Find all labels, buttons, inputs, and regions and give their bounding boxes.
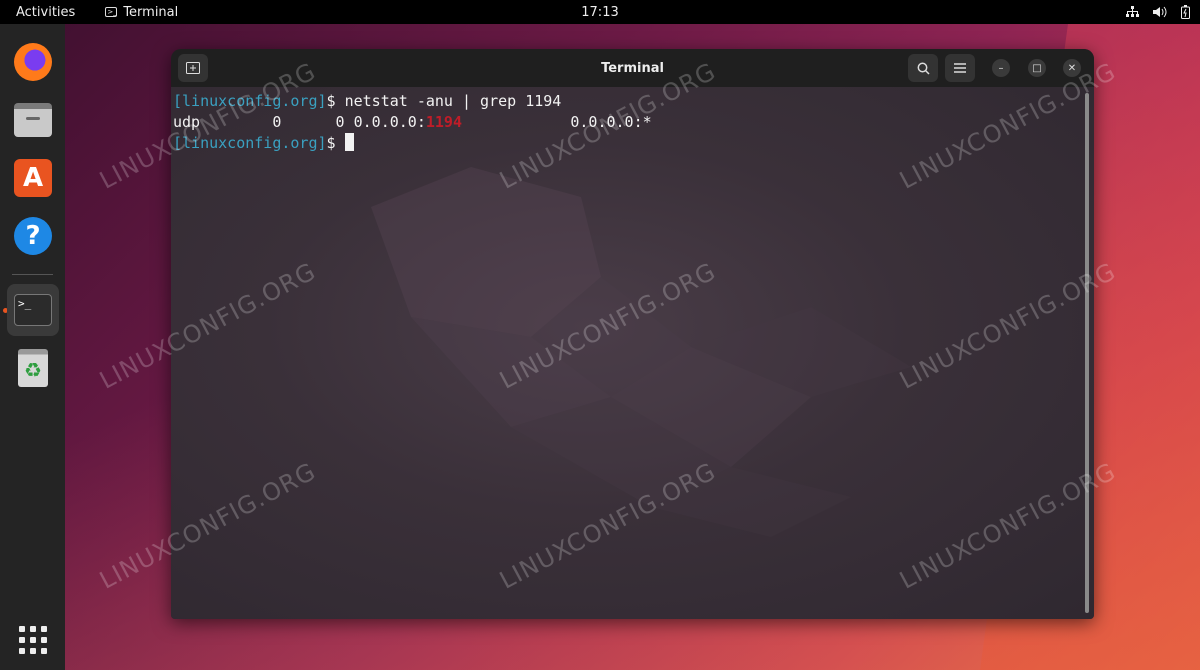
software-store-icon: A: [14, 159, 52, 197]
app-menu-label: Terminal: [123, 4, 179, 20]
close-icon: ✕: [1067, 62, 1077, 74]
trash-icon: ♻: [18, 349, 48, 387]
search-icon: [917, 62, 930, 75]
title-bar[interactable]: Terminal – □ ✕: [171, 49, 1094, 87]
top-bar: Activities >_ Terminal 17:13: [0, 0, 1200, 24]
dock-help[interactable]: ?: [7, 210, 59, 262]
battery-icon: [1181, 5, 1190, 19]
app-menu[interactable]: >_ Terminal: [91, 5, 178, 20]
scrollbar[interactable]: [1085, 93, 1089, 613]
dock: A ? >_ ♻: [0, 24, 65, 670]
network-icon: [1126, 6, 1139, 17]
help-icon: ?: [14, 217, 52, 255]
clock[interactable]: 17:13: [581, 5, 618, 20]
close-button[interactable]: ✕: [1063, 59, 1081, 77]
prompt-symbol: $: [326, 134, 345, 152]
window-title: Terminal: [601, 60, 664, 76]
volume-icon: [1153, 6, 1167, 18]
prompt-host: [linuxconfig.org]: [173, 134, 327, 152]
jellyfish-background-graphic: [371, 167, 911, 537]
search-button[interactable]: [908, 54, 938, 82]
show-apps-button[interactable]: [7, 614, 59, 666]
dock-files[interactable]: [7, 94, 59, 146]
terminal-area[interactable]: [linuxconfig.org]$ netstat -anu | grep 1…: [171, 87, 1094, 619]
output-udp-line: udp 0 0 0.0.0.0:: [173, 113, 426, 131]
terminal-icon: >_: [14, 294, 52, 326]
output-foreign-address: 0.0.0.0:*: [462, 113, 652, 131]
text-cursor: [344, 133, 354, 151]
system-tray[interactable]: [1126, 5, 1190, 19]
dock-software[interactable]: A: [7, 152, 59, 204]
new-tab-icon: [186, 62, 200, 74]
terminal-output: [linuxconfig.org]$ netstat -anu | grep 1…: [173, 91, 652, 154]
hamburger-icon: [954, 63, 966, 73]
menu-button[interactable]: [945, 54, 975, 82]
dock-trash[interactable]: ♻: [7, 342, 59, 394]
minimize-icon: –: [998, 62, 1004, 74]
files-icon: [14, 103, 52, 137]
highlighted-port: 1194: [425, 113, 462, 131]
grid-icon: [19, 626, 47, 654]
dock-terminal[interactable]: >_: [7, 284, 59, 336]
terminal-icon: >_: [105, 7, 118, 17]
dock-firefox[interactable]: [7, 36, 59, 88]
dock-separator: [12, 274, 53, 275]
terminal-window: Terminal – □ ✕ [linuxconfig.org]$ netsta…: [171, 49, 1094, 619]
minimize-button[interactable]: –: [992, 59, 1010, 77]
activities-button[interactable]: Activities: [0, 5, 91, 20]
firefox-icon: [14, 43, 52, 81]
command-text: $ netstat -anu | grep 1194: [326, 92, 562, 110]
maximize-icon: □: [1032, 62, 1042, 74]
prompt-host: [linuxconfig.org]: [173, 92, 327, 110]
maximize-button[interactable]: □: [1028, 59, 1046, 77]
new-tab-button[interactable]: [178, 54, 208, 82]
